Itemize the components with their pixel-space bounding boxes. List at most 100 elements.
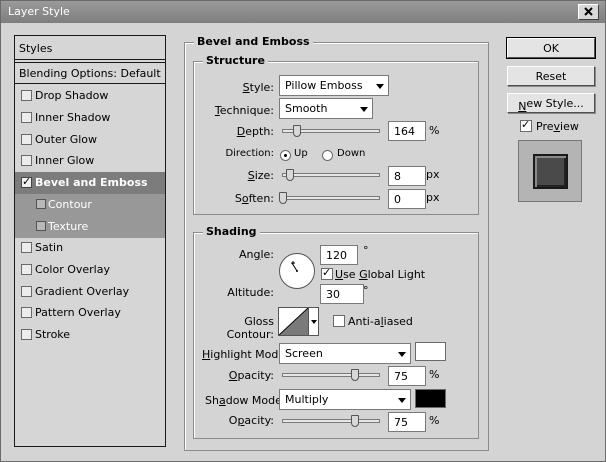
highlight-mode-label: Highlight Mode: [202,348,289,361]
styles-header[interactable]: Styles [15,36,165,60]
gradient-overlay-checkbox[interactable] [21,286,32,297]
shadow-opacity-label: Opacity: [228,414,274,427]
depth-slider-thumb[interactable] [293,125,301,137]
blending-options-item[interactable]: Blending Options: Default [15,62,165,84]
angle-unit: ° [363,244,369,257]
gloss-contour-dropdown[interactable] [309,307,319,336]
preview-checkbox[interactable] [520,118,532,132]
ok-button[interactable]: OK [506,37,596,59]
bevel-and-emboss-title: Bevel and Emboss [194,35,313,48]
style-item-bevel-and-emboss[interactable]: Bevel and Emboss [15,172,165,194]
highlight-opacity-field[interactable]: 75 [388,366,426,386]
inner-glow-checkbox[interactable] [21,155,32,166]
style-item-pattern-overlay[interactable]: Pattern Overlay [15,302,165,324]
satin-checkbox[interactable] [21,242,32,253]
reset-button[interactable]: Reset [507,66,595,86]
angle-dial[interactable] [278,252,316,290]
style-dropdown[interactable]: Pillow Emboss [279,75,389,96]
contour-curve-icon [278,307,309,336]
shadow-opacity-slider-thumb[interactable] [351,415,359,427]
chevron-down-icon [398,352,406,357]
soften-unit: px [426,191,440,204]
contour-checkbox[interactable] [36,199,46,209]
direction-up-label: Up [294,148,308,159]
color-overlay-checkbox[interactable] [21,264,32,275]
highlight-opacity-unit: % [429,368,440,381]
pattern-overlay-checkbox[interactable] [21,307,32,318]
style-item-gradient-overlay[interactable]: Gradient Overlay [15,281,165,303]
altitude-unit: ° [363,284,369,297]
inner-shadow-checkbox[interactable] [21,112,32,123]
preview-swatch [533,154,568,189]
shadow-opacity-unit: % [429,414,440,427]
highlight-mode-dropdown[interactable]: Screen [279,343,411,364]
direction-down-radio[interactable] [322,150,333,161]
style-item-satin[interactable]: Satin [15,237,165,259]
style-item-inner-glow[interactable]: Inner Glow [15,150,165,172]
outer-glow-checkbox[interactable] [21,134,32,145]
stroke-checkbox[interactable] [21,329,32,340]
chevron-down-icon [360,107,368,112]
direction-label: Direction: [225,148,274,159]
style-item-outer-glow[interactable]: Outer Glow [15,129,165,151]
soften-slider-thumb[interactable] [279,192,287,204]
highlight-color-swatch[interactable] [415,342,446,361]
shadow-opacity-slider[interactable] [282,419,380,423]
chevron-down-icon [376,84,384,89]
new-style-button[interactable]: New Style... [507,93,595,113]
preview-label: Preview [536,120,579,133]
close-button[interactable] [578,4,599,20]
size-label: Size: [247,169,274,182]
title-bar[interactable]: Layer Style [1,1,605,23]
highlight-opacity-slider-thumb[interactable] [351,369,359,381]
shadow-mode-dropdown[interactable]: Multiply [279,389,411,410]
highlight-opacity-slider[interactable] [282,373,380,377]
technique-dropdown[interactable]: Smooth [279,98,373,119]
style-item-contour[interactable]: Contour [15,194,165,216]
direction-down-label: Down [337,148,366,159]
structure-title: Structure [203,54,268,67]
use-global-light-checkbox[interactable] [321,266,333,280]
soften-field[interactable]: 0 [388,189,426,209]
drop-shadow-checkbox[interactable] [21,90,32,101]
chevron-down-icon [311,320,317,324]
size-field[interactable]: 8 [388,166,426,186]
chevron-down-icon [398,398,406,403]
style-item-inner-shadow[interactable]: Inner Shadow [15,107,165,129]
size-slider[interactable] [282,173,380,177]
technique-label: Technique: [214,104,274,117]
style-item-stroke[interactable]: Stroke [15,324,165,346]
shadow-color-swatch[interactable] [415,389,446,408]
direction-up-radio[interactable] [280,150,291,161]
shading-title: Shading [203,225,260,238]
style-item-texture[interactable]: Texture [15,216,165,238]
style-label: Style: [242,81,274,94]
depth-unit: % [429,124,440,137]
depth-field[interactable]: 164 [388,121,426,141]
window-title: Layer Style [8,5,70,18]
anti-aliased-label: Anti-aliased [348,315,413,328]
size-slider-thumb[interactable] [286,169,294,181]
style-item-drop-shadow[interactable]: Drop Shadow [15,85,165,107]
anti-aliased-checkbox[interactable] [333,315,345,327]
style-item-color-overlay[interactable]: Color Overlay [15,259,165,281]
altitude-field[interactable]: 30 [320,284,364,304]
depth-label: Depth: [236,125,274,138]
highlight-opacity-label: Opacity: [228,369,274,382]
angle-dial-graphic [279,253,315,289]
close-icon [584,7,593,16]
layer-style-dialog: Layer Style Styles Blending Options: Def… [0,0,606,462]
soften-label: Soften: [234,192,274,205]
shadow-mode-label: Shadow Mode: [205,394,286,407]
bevel-and-emboss-checkbox[interactable] [21,175,32,188]
size-unit: px [426,168,440,181]
texture-checkbox[interactable] [36,221,46,231]
altitude-label: Altitude: [227,286,274,299]
angle-field[interactable]: 120 [320,245,358,265]
soften-slider[interactable] [282,196,380,200]
shadow-opacity-field[interactable]: 75 [388,412,426,432]
gloss-contour-picker[interactable] [278,307,309,336]
angle-label: Angle: [238,248,274,261]
style-preview-thumbnail [518,140,582,202]
gloss-contour-label: Gloss Contour: [226,315,274,341]
